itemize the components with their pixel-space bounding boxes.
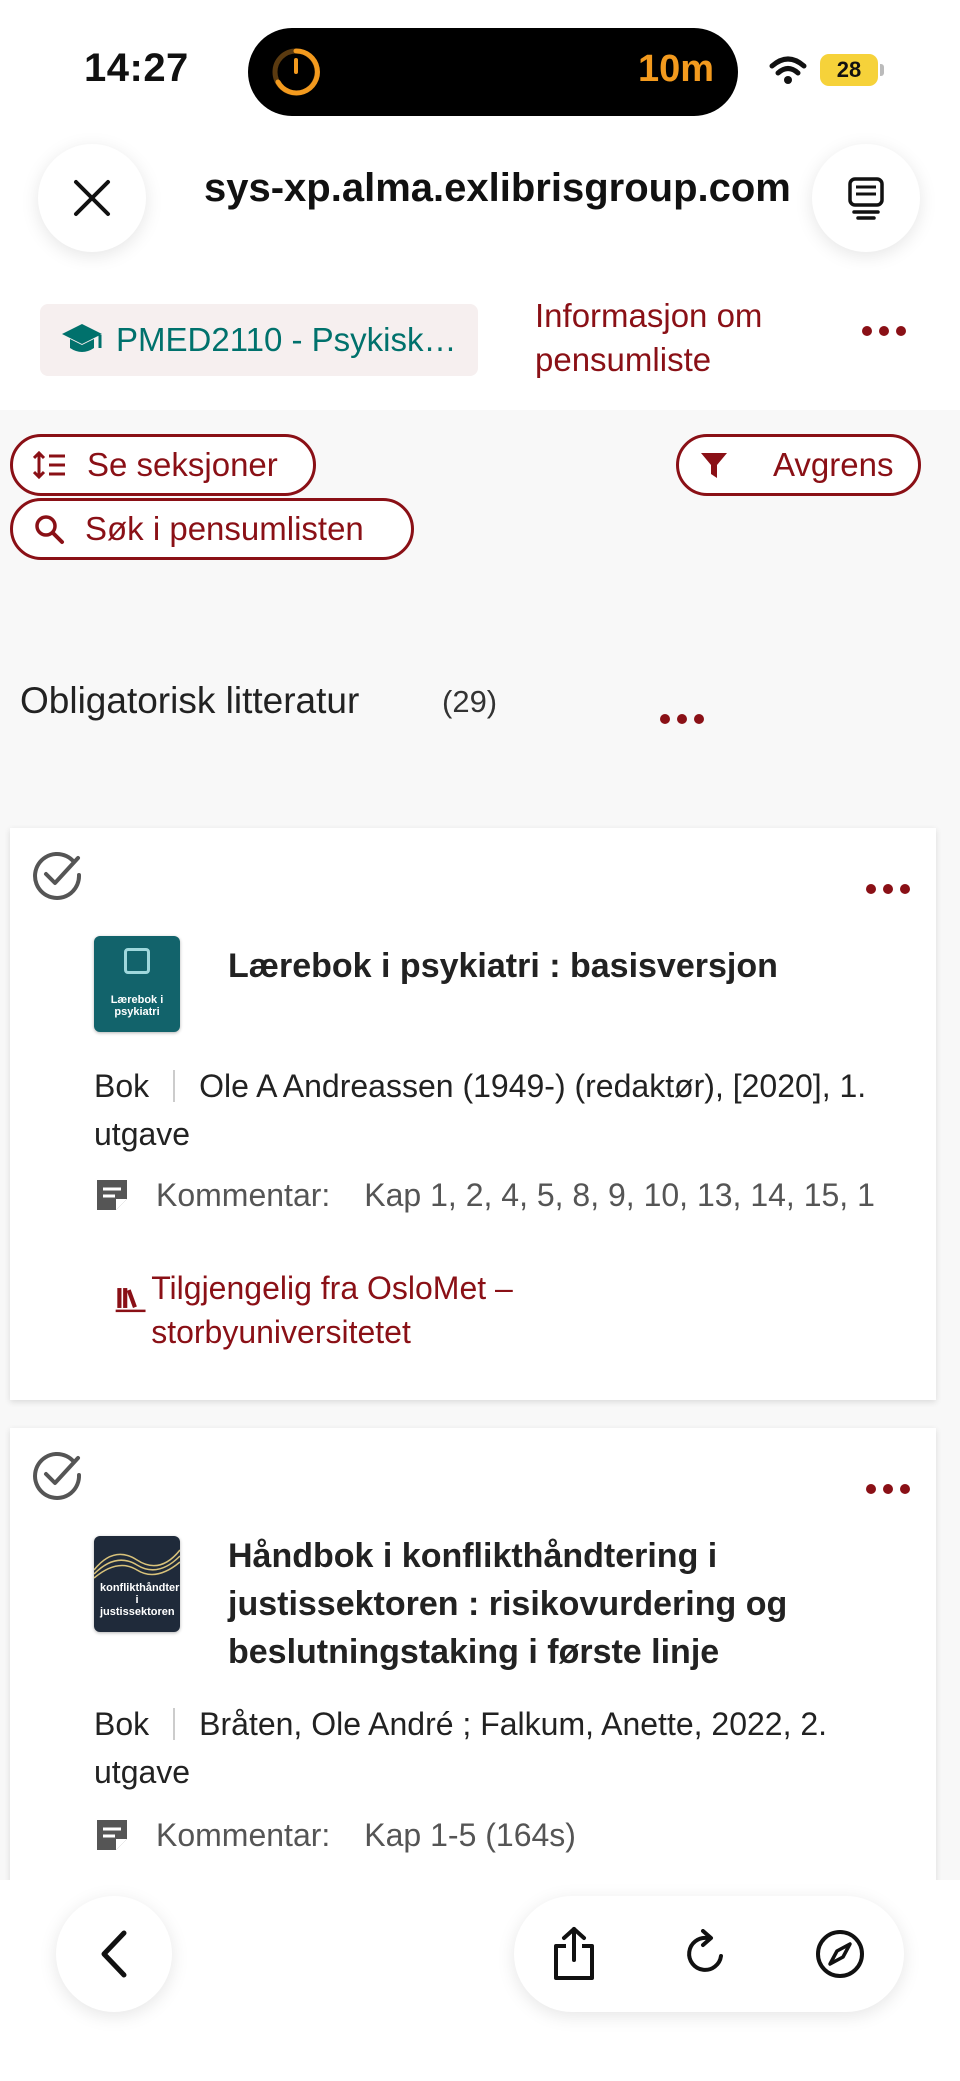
item-details: Ole A Andreassen (1949-) (redaktør), [20… — [94, 1068, 867, 1152]
back-icon — [101, 1930, 127, 1978]
check-circle-icon[interactable] — [30, 848, 84, 902]
item-type: Bok — [94, 1070, 176, 1102]
reading-list-content: Se seksjoner Avgrens Søk i pensumlisten … — [0, 410, 960, 1888]
course-chip-label: PMED2110 - Psykisk… — [116, 321, 457, 358]
cover-graphic — [94, 1549, 180, 1579]
cover-title: konflikthåndtering i justissektoren — [100, 1582, 180, 1618]
cover-graphic — [124, 948, 150, 974]
comment-row: Kommentar: Kap 1, 2, 4, 5, 8, 9, 10, 13,… — [94, 1170, 894, 1220]
book-cover-image[interactable]: Lærebok i psykiatri — [94, 936, 180, 1032]
reload-button[interactable] — [676, 1924, 736, 1984]
status-bar: 14:27 10m 28 — [0, 0, 960, 140]
graduation-cap-icon — [62, 324, 102, 352]
item-more-button[interactable] — [866, 882, 910, 896]
activity-timer: 10m — [637, 48, 714, 90]
comment-row: Kommentar: Kap 1-5 (164s) — [94, 1810, 894, 1860]
close-button[interactable] — [38, 144, 146, 252]
item-details: Bråten, Ole André ; Falkum, Anette, 2022… — [94, 1706, 828, 1790]
book-meta: Bok Ole A Andreassen (1949-) (redaktør), … — [94, 1062, 894, 1158]
compass-icon — [816, 1930, 864, 1978]
show-sections-label: Se seksjoner — [87, 446, 278, 483]
toolbar-actions — [514, 1896, 904, 2012]
url-text[interactable]: sys-xp.alma.exlibrisgroup.com — [204, 166, 804, 211]
book-title-link[interactable]: Lærebok i psykiatri : basisversjon — [228, 942, 878, 990]
check-circle-icon[interactable] — [30, 1448, 84, 1502]
dot — [660, 714, 670, 724]
book-cover-image[interactable]: konflikthåndtering i justissektoren — [94, 1536, 180, 1632]
course-header: PMED2110 - Psykisk… Informasjon om pensu… — [0, 270, 960, 410]
comment-value: Kap 1-5 (164s) — [364, 1816, 576, 1853]
status-time: 14:27 — [84, 46, 189, 90]
availability-link[interactable]: Tilgjengelig fra OsloMet – storbyunivers… — [151, 1266, 674, 1354]
section-title: Obligatorisk litteratur — [20, 680, 360, 721]
sort-icon — [33, 451, 65, 479]
reading-item-card[interactable]: konflikthåndtering i justissektoren Hånd… — [10, 1428, 936, 1888]
section-count: (29) — [442, 684, 498, 719]
tabs-icon — [848, 177, 884, 220]
header-more-button[interactable] — [862, 324, 906, 338]
search-list-button[interactable]: Søk i pensumlisten — [10, 498, 414, 560]
cover-title: Lærebok i psykiatri — [110, 994, 164, 1018]
comment-icon — [97, 1820, 127, 1850]
compass-button[interactable] — [810, 1924, 870, 1984]
item-more-button[interactable] — [866, 1482, 910, 1496]
course-chip[interactable]: PMED2110 - Psykisk… — [40, 304, 478, 376]
dot — [900, 1484, 910, 1494]
book-meta: Bok Bråten, Ole André ; Falkum, Anette, 2… — [94, 1700, 894, 1796]
browser-url-bar: sys-xp.alma.exlibrisgroup.com — [0, 130, 960, 270]
list-info-link[interactable]: Informasjon om pensumliste — [535, 294, 835, 382]
wifi-icon — [769, 56, 807, 84]
show-sections-button[interactable]: Se seksjoner — [10, 434, 316, 496]
dot — [883, 884, 893, 894]
dot — [862, 326, 872, 336]
comment-value: Kap 1, 2, 4, 5, 8, 9, 10, 13, 14, 15, 1 — [364, 1176, 875, 1213]
reload-icon — [687, 1929, 723, 1972]
dynamic-island[interactable]: 10m — [248, 28, 738, 116]
item-type: Bok — [94, 1708, 176, 1740]
dot — [694, 714, 704, 724]
filter-button[interactable]: Avgrens — [676, 434, 921, 496]
filter-label: Avgrens — [773, 446, 894, 483]
comment-label: Kommentar: — [156, 1176, 331, 1213]
filter-icon — [701, 453, 727, 478]
library-icon — [115, 1288, 146, 1313]
dot — [879, 326, 889, 336]
comment-icon — [97, 1180, 127, 1210]
search-list-label: Søk i pensumlisten — [85, 510, 364, 547]
dot — [896, 326, 906, 336]
dot — [866, 884, 876, 894]
comment-label: Kommentar: — [156, 1816, 331, 1853]
battery-level: 28 — [836, 57, 862, 82]
dot — [866, 1484, 876, 1494]
browser-bottom-toolbar — [0, 1880, 960, 2081]
dot — [883, 1484, 893, 1494]
reading-item-card[interactable]: Lærebok i psykiatri Lærebok i psykiatri … — [10, 828, 936, 1400]
share-button[interactable] — [544, 1924, 604, 1984]
dot — [677, 714, 687, 724]
back-button[interactable] — [56, 1896, 172, 2012]
dot — [900, 884, 910, 894]
share-icon — [554, 1927, 594, 1980]
timer-icon — [272, 48, 320, 96]
close-icon — [74, 180, 110, 216]
battery-indicator: 28 — [820, 54, 884, 86]
section-more-button[interactable] — [660, 712, 704, 726]
book-title-link[interactable]: Håndbok i konflikthåndtering i justissek… — [228, 1532, 878, 1676]
availability-row[interactable]: Tilgjengelig fra OsloMet – storbyunivers… — [114, 1266, 674, 1354]
tabs-button[interactable] — [812, 144, 920, 252]
search-icon — [35, 515, 64, 544]
